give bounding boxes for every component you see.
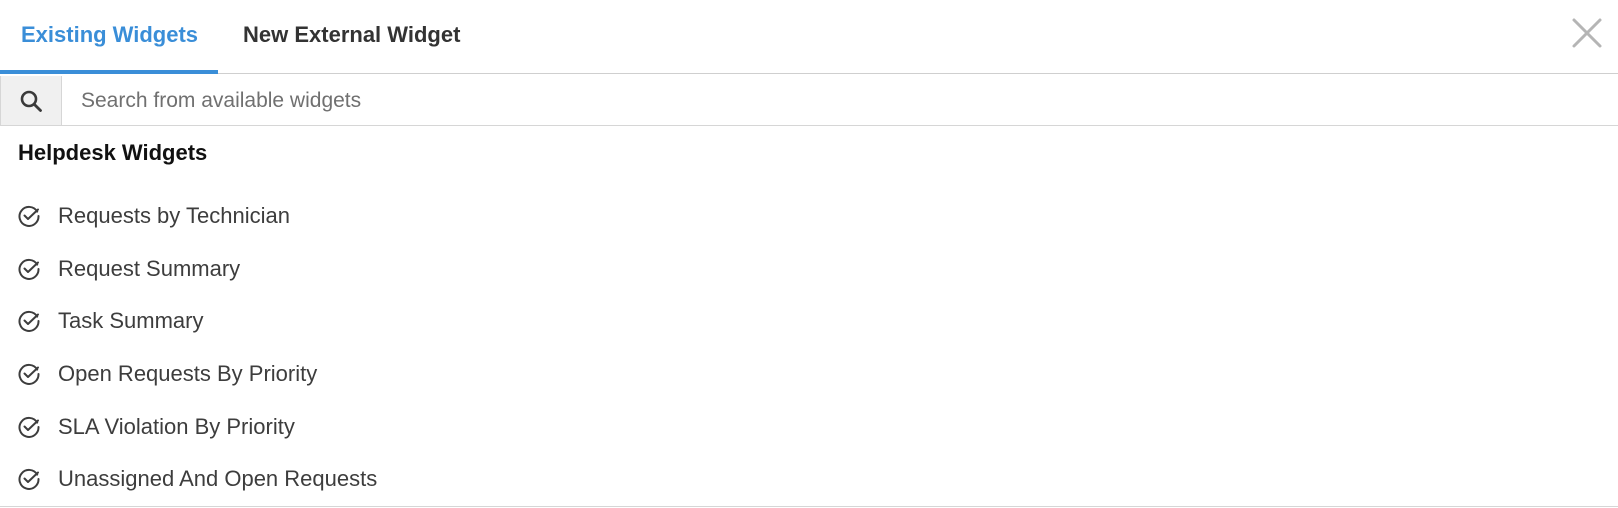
divider: [0, 506, 1618, 507]
tab-new-external-widget[interactable]: New External Widget: [243, 0, 460, 74]
widget-label: Requests by Technician: [58, 203, 290, 229]
check-circle-icon: [18, 416, 40, 438]
close-button[interactable]: [1570, 16, 1604, 50]
section-title: Helpdesk Widgets: [18, 140, 208, 165]
tab-existing-widgets[interactable]: Existing Widgets: [0, 0, 218, 74]
widget-item-open-requests-by-priority[interactable]: Open Requests By Priority: [0, 348, 1618, 401]
check-circle-icon: [18, 363, 40, 385]
widget-item-unassigned-and-open-requests[interactable]: Unassigned And Open Requests: [0, 453, 1618, 506]
close-icon: [1572, 18, 1602, 48]
widget-label: Open Requests By Priority: [58, 361, 318, 387]
search-button[interactable]: [0, 76, 62, 125]
widget-item-task-summary[interactable]: Task Summary: [0, 295, 1618, 348]
widget-label: Unassigned And Open Requests: [58, 466, 378, 492]
add-widget-dialog: Existing Widgets New External Widget Hel…: [0, 0, 1618, 508]
check-circle-icon: [18, 469, 40, 491]
widget-item-sla-violation-by-priority[interactable]: SLA Violation By Priority: [0, 400, 1618, 453]
check-circle-icon: [18, 258, 40, 280]
widget-item-request-summary[interactable]: Request Summary: [0, 243, 1618, 296]
widget-list: Requests by Technician Request Summary T…: [0, 190, 1618, 506]
search-icon: [20, 90, 42, 112]
search-input[interactable]: [62, 76, 1618, 125]
widget-label: SLA Violation By Priority: [58, 413, 295, 439]
widget-item-requests-by-technician[interactable]: Requests by Technician: [0, 190, 1618, 243]
widget-label: Task Summary: [58, 308, 204, 334]
search-bar: [0, 76, 1618, 126]
tab-bar: Existing Widgets New External Widget: [0, 0, 1618, 74]
widget-label: Request Summary: [58, 255, 241, 281]
check-circle-icon: [18, 206, 40, 228]
check-circle-icon: [18, 311, 40, 333]
